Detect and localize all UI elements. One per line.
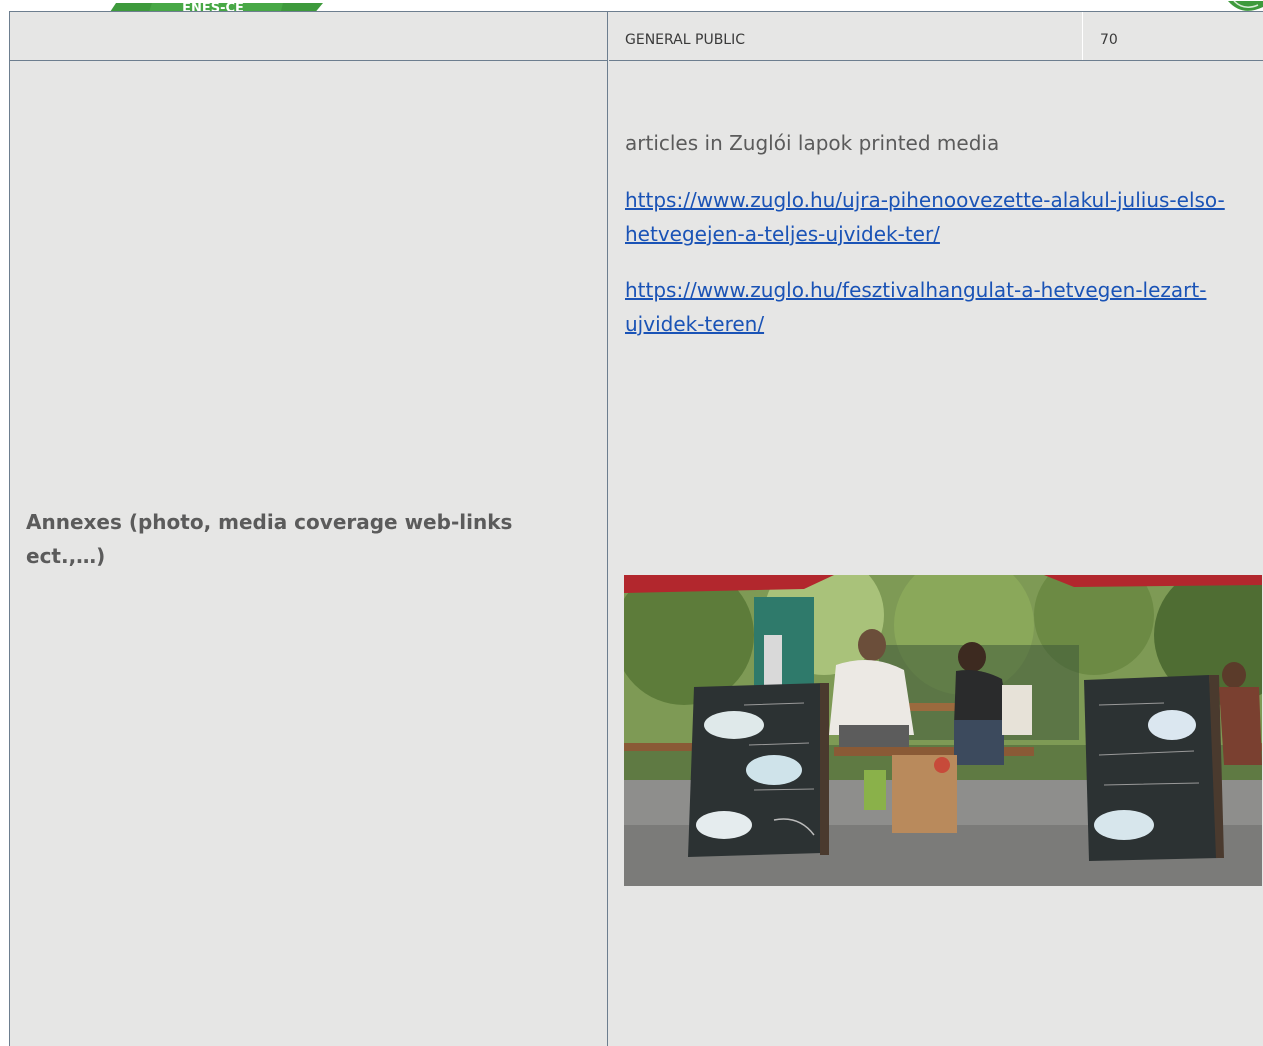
media-link-2[interactable]: https://www.zuglo.hu/fesztivalhangulat-a… <box>625 273 1260 341</box>
audience-row: GENERAL PUBLIC 70 <box>609 12 1263 61</box>
left-column: Annexes (photo, media coverage web-links… <box>10 12 608 1046</box>
audience-count: 70 <box>1100 32 1118 48</box>
right-column: GENERAL PUBLIC 70 articles in Zuglói lap… <box>609 12 1263 1046</box>
report-table: Annexes (photo, media coverage web-links… <box>9 11 1263 1046</box>
audience-label: GENERAL PUBLIC <box>625 32 745 48</box>
event-photo <box>624 575 1262 886</box>
annexes-label: Annexes (photo, media coverage web-links… <box>26 510 513 568</box>
media-coverage-heading: articles in Zuglói lapok printed media <box>625 131 1000 155</box>
audience-label-cell: GENERAL PUBLIC <box>609 12 1083 60</box>
media-link-1[interactable]: https://www.zuglo.hu/ujra-pihenoovezette… <box>625 183 1260 251</box>
empty-header-cell <box>10 12 607 61</box>
